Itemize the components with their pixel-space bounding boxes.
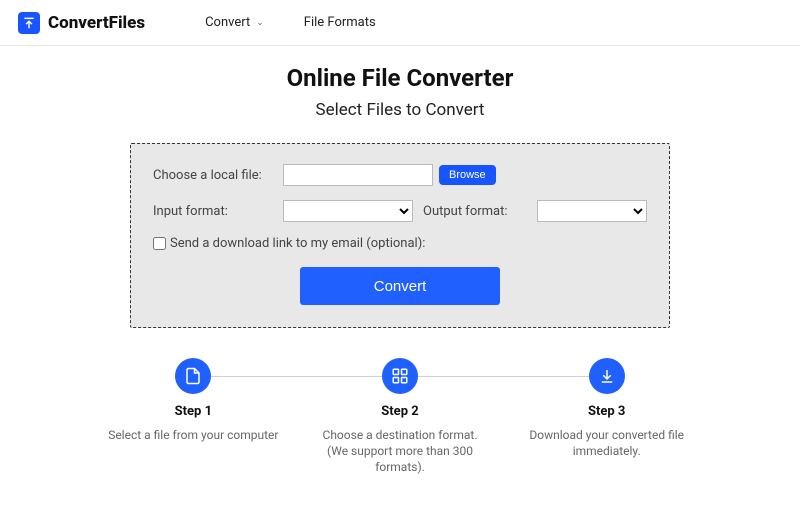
output-format-select[interactable] bbox=[537, 200, 647, 222]
convert-button[interactable]: Convert bbox=[300, 267, 500, 305]
choose-file-row: Choose a local file: Browse bbox=[153, 164, 647, 186]
email-label: Send a download link to my email (option… bbox=[170, 236, 425, 251]
step-3-desc: Download your converted file immediately… bbox=[503, 427, 710, 459]
converter-panel: Choose a local file: Browse Input format… bbox=[130, 143, 670, 328]
file-input[interactable] bbox=[283, 164, 433, 186]
output-format-label: Output format: bbox=[423, 204, 523, 219]
step-2-desc: Choose a destination format. (We support… bbox=[297, 427, 504, 476]
step-3: Step 3 Download your converted file imme… bbox=[503, 358, 710, 459]
email-checkbox[interactable] bbox=[153, 237, 166, 250]
browse-button[interactable]: Browse bbox=[439, 165, 496, 185]
step-1-desc: Select a file from your computer bbox=[90, 427, 297, 443]
logo[interactable]: ConvertFiles bbox=[18, 12, 145, 34]
page-title: Online File Converter bbox=[0, 64, 800, 92]
email-row: Send a download link to my email (option… bbox=[153, 236, 647, 251]
input-format-label: Input format: bbox=[153, 204, 283, 219]
convert-wrap: Convert bbox=[153, 267, 647, 305]
step-1: Step 1 Select a file from your computer bbox=[90, 358, 297, 443]
page-subtitle: Select Files to Convert bbox=[0, 100, 800, 120]
step-1-title: Step 1 bbox=[90, 404, 297, 419]
nav-convert[interactable]: Convert ⌄ bbox=[205, 15, 264, 30]
input-format-select[interactable] bbox=[283, 200, 413, 222]
header: ConvertFiles Convert ⌄ File Formats bbox=[0, 0, 800, 46]
nav: Convert ⌄ File Formats bbox=[205, 15, 376, 30]
choose-file-label: Choose a local file: bbox=[153, 168, 283, 183]
step-2-title: Step 2 bbox=[297, 404, 504, 419]
hero: Online File Converter Select Files to Co… bbox=[0, 46, 800, 128]
chevron-down-icon: ⌄ bbox=[256, 18, 264, 28]
logo-icon bbox=[18, 12, 40, 34]
grid-icon bbox=[382, 358, 418, 394]
brand-name: ConvertFiles bbox=[48, 13, 145, 33]
nav-convert-label: Convert bbox=[205, 15, 250, 30]
nav-formats-label: File Formats bbox=[304, 15, 376, 30]
download-icon bbox=[589, 358, 625, 394]
converter-panel-wrap: Choose a local file: Browse Input format… bbox=[0, 143, 800, 328]
nav-file-formats[interactable]: File Formats bbox=[304, 15, 376, 30]
step-3-title: Step 3 bbox=[503, 404, 710, 419]
format-row: Input format: Output format: bbox=[153, 200, 647, 222]
file-icon bbox=[175, 358, 211, 394]
steps: Step 1 Select a file from your computer … bbox=[0, 358, 800, 476]
